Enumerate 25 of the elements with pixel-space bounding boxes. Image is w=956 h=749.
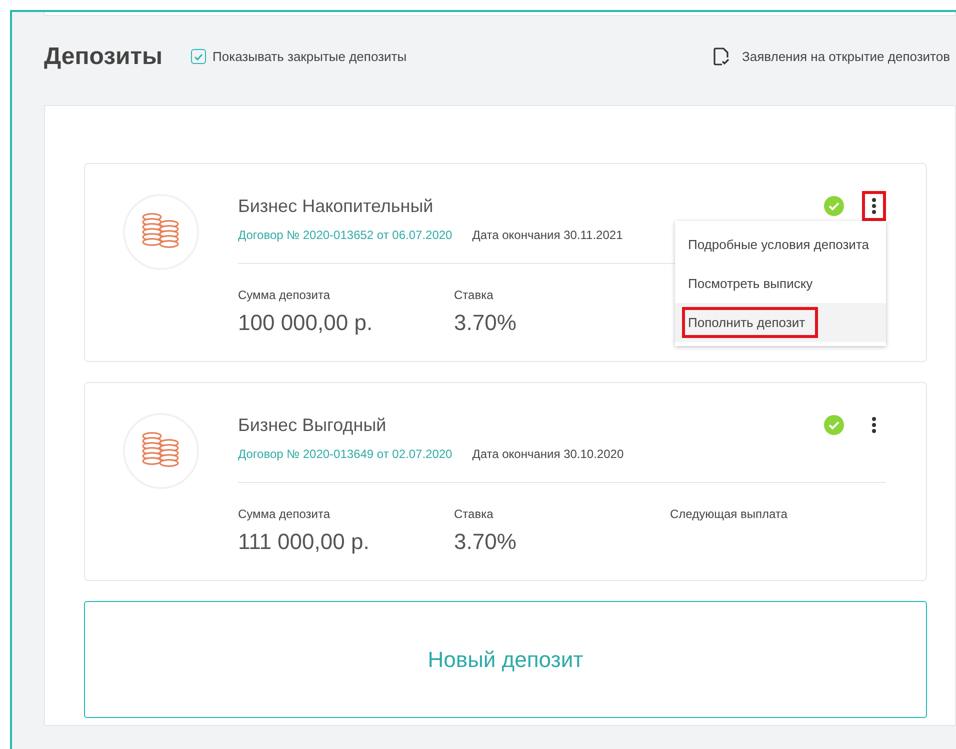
page-title: Депозиты [44,42,163,72]
menu-item[interactable]: Пополнить депозит [675,303,886,342]
end-date: Дата окончания 30.10.2020 [472,446,624,463]
menu-item[interactable]: Подробные условия депозита [675,225,886,264]
document-check-icon [713,47,730,66]
checkbox[interactable] [190,49,206,64]
more-vertical-icon [872,417,876,433]
applications-link[interactable]: Заявления на открытие депозитов [713,46,956,66]
menu-item[interactable]: Посмотреть выписку [675,264,886,303]
checkmark-icon [194,52,203,60]
field-label: Следующая выплата [670,506,788,523]
field-label: Сумма депозита [238,506,331,523]
field-label: Сумма депозита [238,287,331,304]
field-value: 111 000,00 р. [238,528,370,556]
show-closed-checkbox[interactable]: Показывать закрытые депозиты [190,46,407,66]
field-value: 3.70% [454,309,518,337]
end-date: Дата окончания 30.11.2021 [472,227,623,244]
more-vertical-icon [872,198,876,214]
more-menu-button[interactable] [862,191,886,221]
field-value: 3.70% [454,528,518,556]
field-label: Ставка [454,506,494,523]
deposit-name: Бизнес Выгодный [238,414,386,437]
field-label: Ставка [454,287,494,304]
field-value: 100 000,00 р. [238,309,374,337]
deposit-name: Бизнес Накопительный [238,194,434,218]
